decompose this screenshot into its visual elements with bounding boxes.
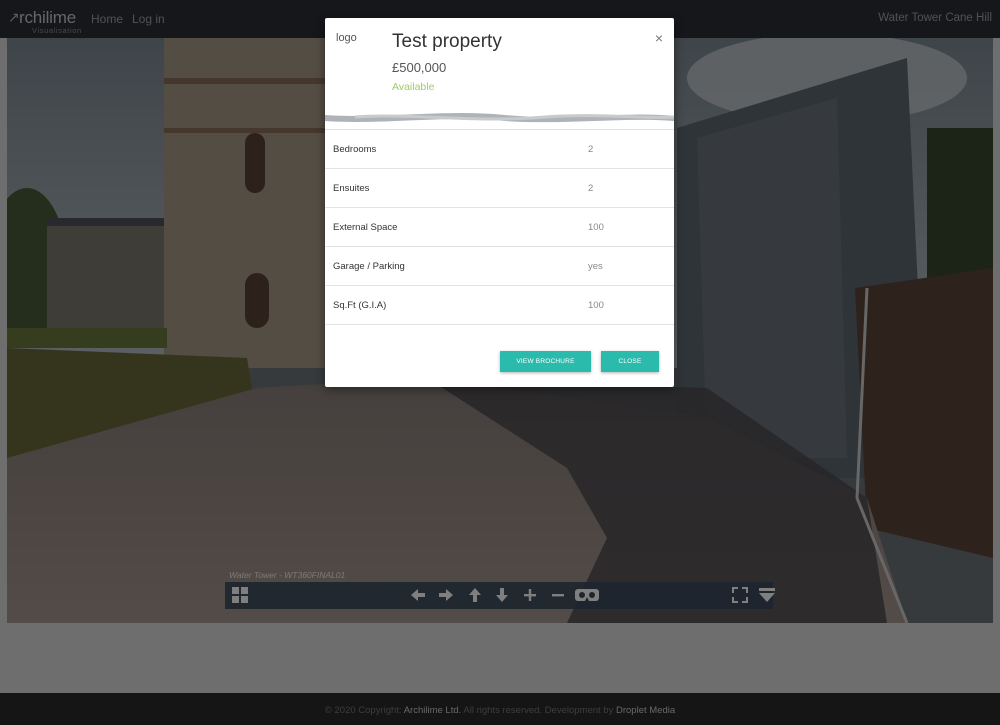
detail-label: Sq.Ft (G.I.A) [333,300,387,311]
property-status: Available [392,81,435,93]
detail-label: Bedrooms [333,144,377,155]
property-title: Test property [392,31,502,52]
property-image-strip [325,105,674,129]
details-row: External Space 100 [325,208,674,247]
property-logo: logo [336,32,357,44]
detail-value: 100 [588,222,604,233]
property-price: £500,000 [392,60,447,75]
detail-value: yes [588,261,603,272]
view-brochure-button[interactable]: VIEW BROCHURE [500,351,591,372]
detail-label: Ensuites [333,183,370,194]
detail-value: 2 [588,144,594,155]
close-button[interactable]: CLOSE [601,351,659,372]
details-row: Ensuites 2 [325,169,674,208]
property-details-table: Bedrooms 2 Ensuites 2 External Space 100… [325,129,674,325]
modal-close-icon[interactable]: × [655,30,663,46]
property-modal: logo Test property £500,000 Available × … [325,18,674,387]
details-row: Garage / Parking yes [325,247,674,286]
detail-label: Garage / Parking [333,261,405,272]
details-row: Sq.Ft (G.I.A) 100 [325,286,674,325]
details-row: Bedrooms 2 [325,130,674,169]
detail-value: 100 [588,300,604,311]
detail-value: 2 [588,183,594,194]
detail-label: External Space [333,222,398,233]
